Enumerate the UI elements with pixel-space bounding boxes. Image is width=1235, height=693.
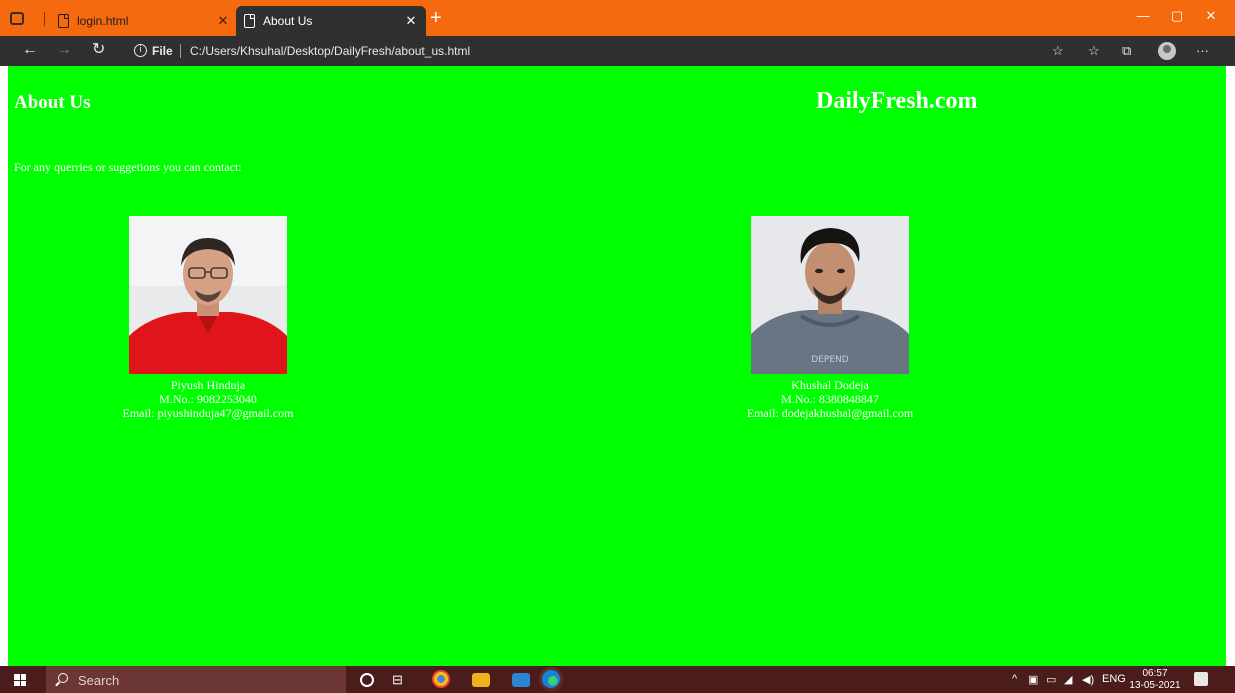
tab-actions-icon[interactable] bbox=[10, 12, 24, 25]
contact-mobile: M.No.: 9082253040 bbox=[159, 392, 257, 406]
battery-icon[interactable]: ▭ bbox=[1046, 673, 1056, 686]
refresh-icon[interactable]: ↻ bbox=[92, 42, 105, 58]
collections-icon[interactable]: ⧉ bbox=[1122, 43, 1131, 59]
clock-date: 13-05-2021 bbox=[1129, 680, 1181, 691]
taskbar-clock[interactable]: 06:57 13-05-2021 bbox=[1128, 668, 1182, 692]
address-scheme-label[interactable]: File bbox=[152, 44, 173, 58]
search-icon bbox=[58, 673, 68, 683]
contact-name: Khushal Dodeja bbox=[791, 378, 869, 392]
search-placeholder: Search bbox=[78, 673, 120, 688]
profile-avatar[interactable] bbox=[1158, 42, 1176, 60]
browser-toolbar: ← → ↻ i File C:/Users/Khsuhal/Desktop/Da… bbox=[0, 36, 1235, 66]
page-icon bbox=[244, 14, 255, 28]
contact-card-piyush: Piyush Hinduja M.No.: 9082253040 Email: … bbox=[108, 216, 308, 420]
page-icon bbox=[58, 14, 69, 28]
tray-app-icon[interactable]: ▣ bbox=[1028, 673, 1038, 686]
taskbar-search-box[interactable]: Search bbox=[46, 666, 346, 693]
more-options-icon[interactable]: ··· bbox=[1196, 43, 1209, 58]
windows-start-icon[interactable] bbox=[14, 674, 26, 686]
contact-name: Piyush Hinduja bbox=[170, 378, 246, 392]
cortana-icon[interactable] bbox=[360, 673, 374, 687]
svg-text:DEPEND: DEPEND bbox=[811, 355, 848, 365]
close-tab-icon[interactable]: ✕ bbox=[402, 13, 420, 29]
notification-center-icon[interactable] bbox=[1194, 672, 1208, 686]
profile-photo: DEPEND bbox=[751, 216, 909, 374]
task-view-icon[interactable]: ⊟ bbox=[392, 672, 410, 690]
profile-photo bbox=[129, 216, 287, 374]
file-explorer-icon[interactable] bbox=[472, 673, 490, 687]
tab-title: login.html bbox=[77, 14, 129, 28]
info-icon[interactable]: i bbox=[134, 44, 147, 57]
page-viewport: About Us DailyFresh.com For any querries… bbox=[8, 66, 1226, 666]
page-heading: About Us bbox=[14, 92, 91, 113]
minimize-button[interactable]: — bbox=[1128, 8, 1158, 23]
add-favorite-icon[interactable]: ☆ bbox=[1052, 43, 1064, 59]
wifi-icon[interactable]: ◢ bbox=[1064, 673, 1072, 686]
mail-icon[interactable] bbox=[512, 673, 530, 687]
favorites-icon[interactable]: ☆ bbox=[1088, 43, 1100, 59]
contact-intro-text: For any querries or suggetions you can c… bbox=[14, 160, 242, 174]
tab-separator bbox=[44, 12, 45, 26]
language-indicator[interactable]: ENG bbox=[1102, 673, 1126, 685]
tab-title: About Us bbox=[263, 14, 313, 28]
back-arrow-icon[interactable]: ← bbox=[22, 42, 38, 58]
close-tab-icon[interactable]: ✕ bbox=[214, 13, 232, 29]
edge-icon[interactable] bbox=[542, 670, 560, 688]
tab-about-us[interactable]: About Us ✕ bbox=[236, 6, 426, 36]
forward-arrow-icon[interactable]: → bbox=[56, 42, 72, 58]
address-separator bbox=[180, 44, 181, 58]
os-taskbar: Search ⊟ ^ ▣ ▭ ◢ ◀) ENG 06:57 13-05-2021 bbox=[0, 666, 1235, 693]
contact-email: Email: dodejakhushal@gmail.com bbox=[746, 406, 914, 420]
chrome-icon[interactable] bbox=[432, 670, 450, 688]
address-bar-url[interactable]: C:/Users/Khsuhal/Desktop/DailyFresh/abou… bbox=[190, 44, 470, 58]
contact-mobile: M.No.: 8380848847 bbox=[781, 392, 879, 406]
contact-email: Email: piyushinduja47@gmail.com bbox=[122, 406, 294, 420]
clock-time: 06:57 bbox=[1142, 668, 1168, 679]
volume-icon[interactable]: ◀) bbox=[1082, 673, 1094, 686]
close-window-button[interactable]: ✕ bbox=[1196, 8, 1226, 24]
tab-login[interactable]: login.html ✕ bbox=[50, 6, 238, 36]
maximize-button[interactable]: ▢ bbox=[1162, 8, 1192, 24]
browser-tab-bar: login.html ✕ About Us ✕ + — ▢ ✕ bbox=[0, 0, 1235, 36]
contact-card-khushal: DEPEND Khushal Dodeja M.No.: 8380848847 … bbox=[730, 216, 930, 420]
new-tab-button[interactable]: + bbox=[430, 8, 442, 28]
tray-chevron-up-icon[interactable]: ^ bbox=[1012, 673, 1017, 685]
site-title: DailyFresh.com bbox=[816, 88, 978, 114]
